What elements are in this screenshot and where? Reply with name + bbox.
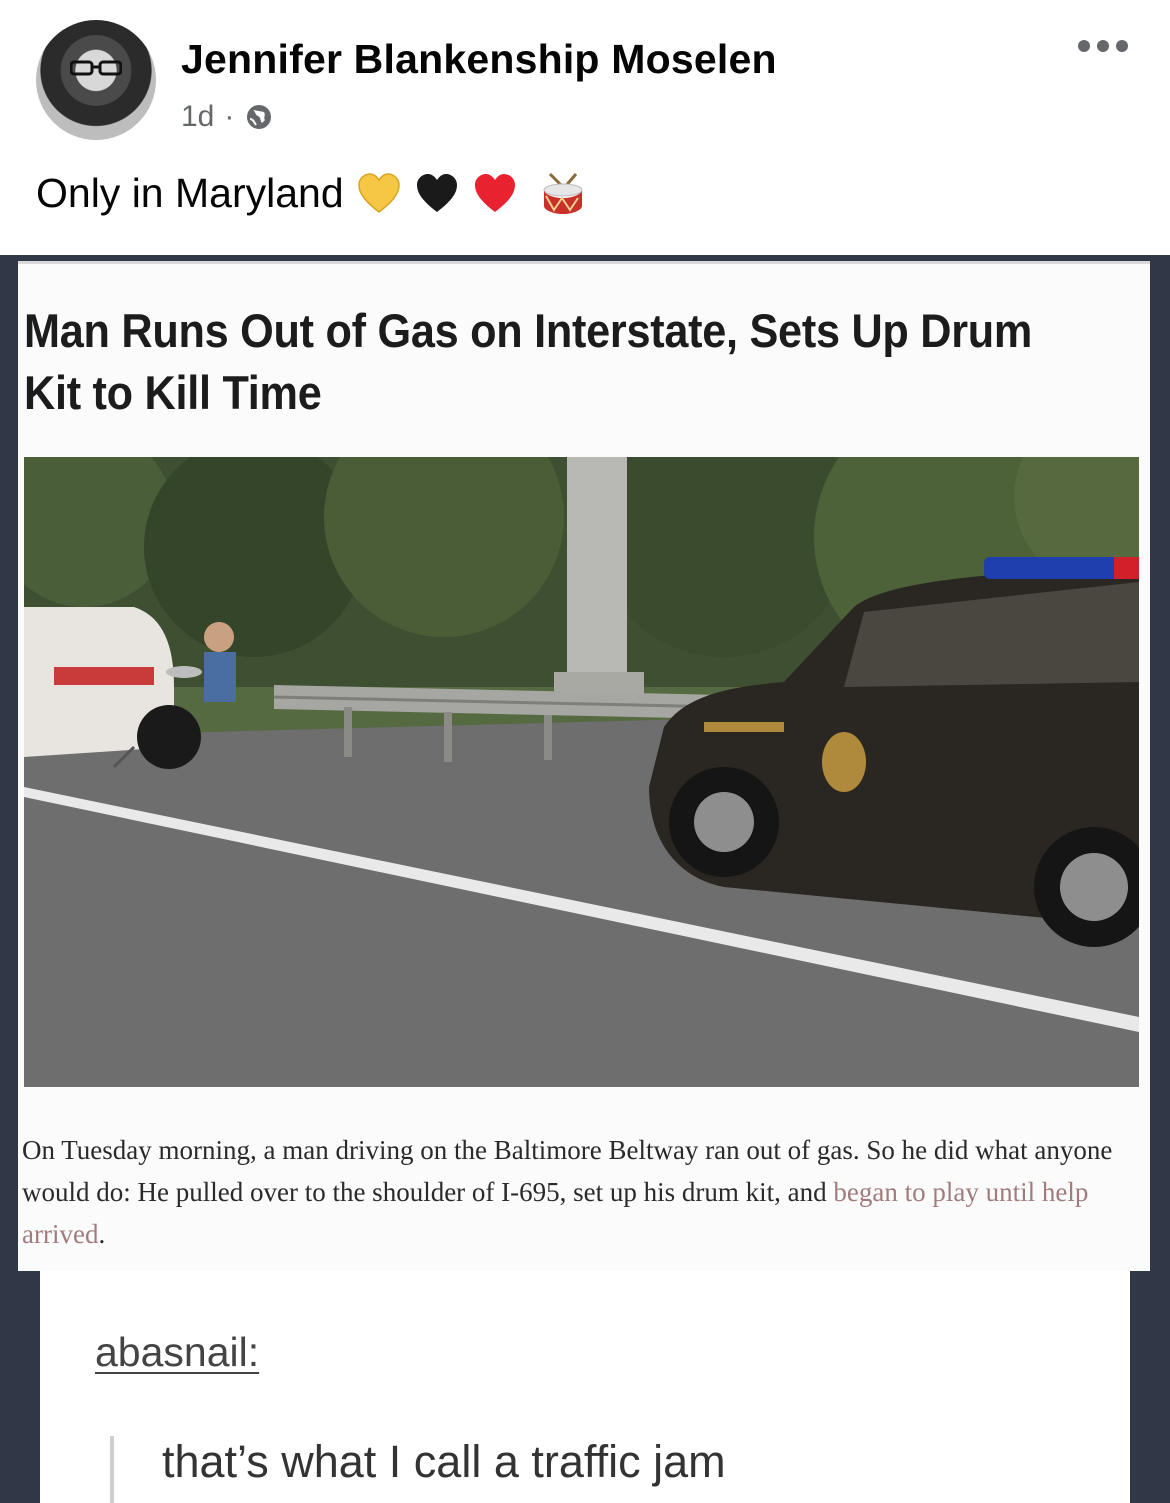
article-card: Man Runs Out of Gas on Interstate, Sets … [18,261,1150,1271]
post-text-content: Only in Maryland [36,170,344,216]
post-text: Only in Maryland [36,170,586,217]
reblog-text: that’s what I call a traffic jam [162,1436,726,1487]
caption-end: . [98,1219,106,1249]
tumblr-reblog: abasnail: that’s what I call a traffic j… [40,1271,1130,1503]
post-header: Jennifer Blankenship Moselen 1d · Only i… [0,0,1170,255]
post-time[interactable]: 1d [181,100,214,134]
author-avatar[interactable] [36,20,156,140]
post-meta: 1d · [181,100,274,134]
roadside-scene [24,457,1139,1087]
glasses-icon [70,60,122,76]
drum-icon [543,172,583,214]
yellow-heart-icon [357,172,400,213]
reblog-username[interactable]: abasnail: [95,1329,259,1376]
article-headline: Man Runs Out of Gas on Interstate, Sets … [24,304,1033,419]
author-name[interactable]: Jennifer Blankenship Moselen [181,36,777,83]
meta-separator: · [224,100,235,133]
black-heart-icon [416,173,457,212]
quote-bar [110,1436,114,1503]
red-heart-icon [474,173,515,212]
more-options-icon[interactable] [1078,36,1138,56]
article-caption: On Tuesday morning, a man driving on the… [22,1129,1142,1255]
shared-image[interactable]: Man Runs Out of Gas on Interstate, Sets … [0,255,1170,1503]
article-photo [24,457,1139,1087]
globe-icon[interactable] [244,102,274,132]
